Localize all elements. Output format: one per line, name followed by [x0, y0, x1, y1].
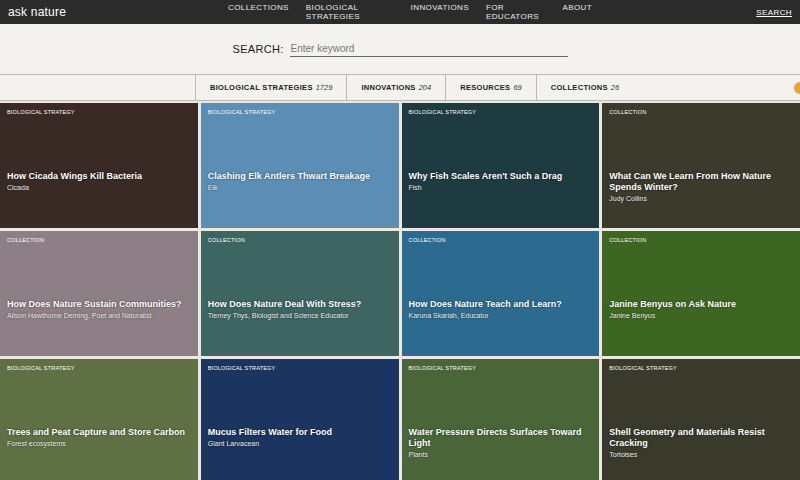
card-text: How Does Nature Teach and Learn? Karuna S… — [409, 299, 593, 319]
tab-count: 1729 — [316, 83, 333, 92]
tab-count: 204 — [419, 83, 432, 92]
tab-label: BIOLOGICAL STRATEGIES — [210, 83, 313, 92]
card-subtitle: Karuna Skariah, Educator — [409, 312, 593, 319]
card-title: Trees and Peat Capture and Store Carbon — [7, 427, 191, 438]
card[interactable]: BIOLOGICAL STRATEGY Mucus Filters Water f… — [201, 359, 399, 480]
card-type: BIOLOGICAL STRATEGY — [208, 365, 392, 371]
card-subtitle: Alison Hawthorne Deming, Poet and Natura… — [7, 312, 191, 319]
card-text: Clashing Elk Antlers Thwart Breakage Elk — [208, 171, 392, 191]
tab[interactable]: RESOURCES69 — [445, 75, 536, 100]
help-dot-icon[interactable] — [794, 82, 800, 94]
tab[interactable]: COLLECTIONS26 — [536, 75, 633, 100]
card-title: Why Fish Scales Aren't Such a Drag — [409, 171, 593, 182]
card-text: How Cicada Wings Kill Bacteria Cicada — [7, 171, 191, 191]
tab[interactable]: BIOLOGICAL STRATEGIES1729 — [195, 75, 346, 100]
card-type: COLLECTION — [609, 109, 793, 115]
card[interactable]: COLLECTION What Can We Learn From How Nat… — [602, 103, 800, 228]
card-title: Mucus Filters Water for Food — [208, 427, 392, 438]
card-text: How Does Nature Sustain Communities? Alis… — [7, 299, 191, 319]
card-subtitle: Cicada — [7, 184, 191, 191]
card-text: Why Fish Scales Aren't Such a Drag Fish — [409, 171, 593, 191]
tab-label: COLLECTIONS — [551, 83, 608, 92]
card-title: Clashing Elk Antlers Thwart Breakage — [208, 171, 392, 182]
card[interactable]: BIOLOGICAL STRATEGY Trees and Peat Captur… — [0, 359, 198, 480]
card-title: How Does Nature Sustain Communities? — [7, 299, 191, 310]
card-subtitle: Plants — [409, 451, 593, 458]
card[interactable]: COLLECTION How Does Nature Sustain Commun… — [0, 231, 198, 356]
card-type: BIOLOGICAL STRATEGY — [7, 109, 191, 115]
card[interactable]: BIOLOGICAL STRATEGY How Cicada Wings Kill… — [0, 103, 198, 228]
card[interactable]: COLLECTION How Does Nature Teach and Lear… — [402, 231, 600, 356]
card-type: BIOLOGICAL STRATEGY — [208, 109, 392, 115]
card-title: Janine Benyus on Ask Nature — [609, 299, 793, 310]
card-subtitle: Tortoises — [609, 451, 793, 458]
card-title: How Does Nature Teach and Learn? — [409, 299, 593, 310]
card-subtitle: Janine Benyus — [609, 312, 793, 319]
card[interactable]: BIOLOGICAL STRATEGY Shell Geometry and Ma… — [602, 359, 800, 480]
card-title: What Can We Learn From How Nature Spends… — [609, 171, 793, 193]
card-text: Water Pressure Directs Surfaces Toward L… — [409, 427, 593, 458]
tab-label: RESOURCES — [460, 83, 510, 92]
card-text: Mucus Filters Water for Food Giant Larvac… — [208, 427, 392, 447]
card-subtitle: Judy Collins — [609, 195, 793, 202]
search-label: SEARCH: — [233, 43, 284, 55]
card-title: Shell Geometry and Materials Resist Crac… — [609, 427, 793, 449]
logo[interactable]: ask nature — [8, 5, 208, 19]
top-bar: ask nature COLLECTIONS BIOLOGICAL STRATEGI… — [0, 0, 800, 24]
card-subtitle: Forest ecosystems — [7, 440, 191, 447]
nav-link[interactable]: FOR EDUCATORS — [486, 3, 545, 21]
card[interactable]: BIOLOGICAL STRATEGY Why Fish Scales Aren'… — [402, 103, 600, 228]
nav-link[interactable]: ABOUT — [562, 3, 592, 21]
tab-count: 26 — [611, 83, 619, 92]
tab[interactable]: INNOVATIONS 204 — [346, 75, 445, 100]
card-type: COLLECTION — [7, 237, 191, 243]
tab-label: INNOVATIONS — [361, 83, 415, 92]
tab-count: 69 — [513, 83, 521, 92]
card-subtitle: Tierney Thys, Biologist and Science Educ… — [208, 312, 392, 319]
card-grid: BIOLOGICAL STRATEGY How Cicada Wings Kill… — [0, 103, 800, 480]
card-text: What Can We Learn From How Nature Spends… — [609, 171, 793, 202]
card-type: BIOLOGICAL STRATEGY — [409, 109, 593, 115]
card-type: COLLECTION — [609, 237, 793, 243]
card-text: How Does Nature Deal With Stress? Tierney… — [208, 299, 392, 319]
card-title: How Does Nature Deal With Stress? — [208, 299, 392, 310]
search-input[interactable] — [290, 41, 568, 57]
card[interactable]: COLLECTIONJanine Benyus on Ask NatureJan… — [602, 231, 800, 356]
card-subtitle: Fish — [409, 184, 593, 191]
page: ask nature COLLECTIONS BIOLOGICAL STRATEGI… — [0, 0, 800, 480]
card-subtitle: Giant Larvacean — [208, 440, 392, 447]
card-title: How Cicada Wings Kill Bacteria — [7, 171, 191, 182]
card-type: COLLECTION — [409, 237, 593, 243]
tabs-row: BIOLOGICAL STRATEGIES1729 INNOVATIONS 204 R… — [0, 74, 800, 101]
card-text: Shell Geometry and Materials Resist Crac… — [609, 427, 793, 458]
nav-link[interactable]: INNOVATIONS — [411, 3, 469, 21]
card[interactable]: COLLECTION How Does Nature Deal With Stre… — [201, 231, 399, 356]
card-text: Trees and Peat Capture and Store Carbon F… — [7, 427, 191, 447]
card-type: COLLECTION — [208, 237, 392, 243]
card-type: BIOLOGICAL STRATEGY — [409, 365, 593, 371]
card-type: BIOLOGICAL STRATEGY — [7, 365, 191, 371]
card[interactable]: BIOLOGICAL STRATEGY Water Pressure Direct… — [402, 359, 600, 480]
card[interactable]: BIOLOGICAL STRATEGY Clashing Elk Antlers … — [201, 103, 399, 228]
nav-link[interactable]: COLLECTIONS — [228, 3, 289, 21]
card-type: BIOLOGICAL STRATEGY — [609, 365, 793, 371]
search-area: SEARCH: — [0, 24, 800, 74]
nav-search-link[interactable]: SEARCH — [592, 8, 792, 17]
nav-menu: COLLECTIONS BIOLOGICAL STRATEGIES INNOVATI… — [228, 3, 592, 21]
nav-link[interactable]: BIOLOGICAL STRATEGIES — [306, 3, 394, 21]
card-text: Janine Benyus on Ask Nature Janine Benyus — [609, 299, 793, 319]
card-subtitle: Elk — [208, 184, 392, 191]
card-title: Water Pressure Directs Surfaces Toward L… — [409, 427, 593, 449]
